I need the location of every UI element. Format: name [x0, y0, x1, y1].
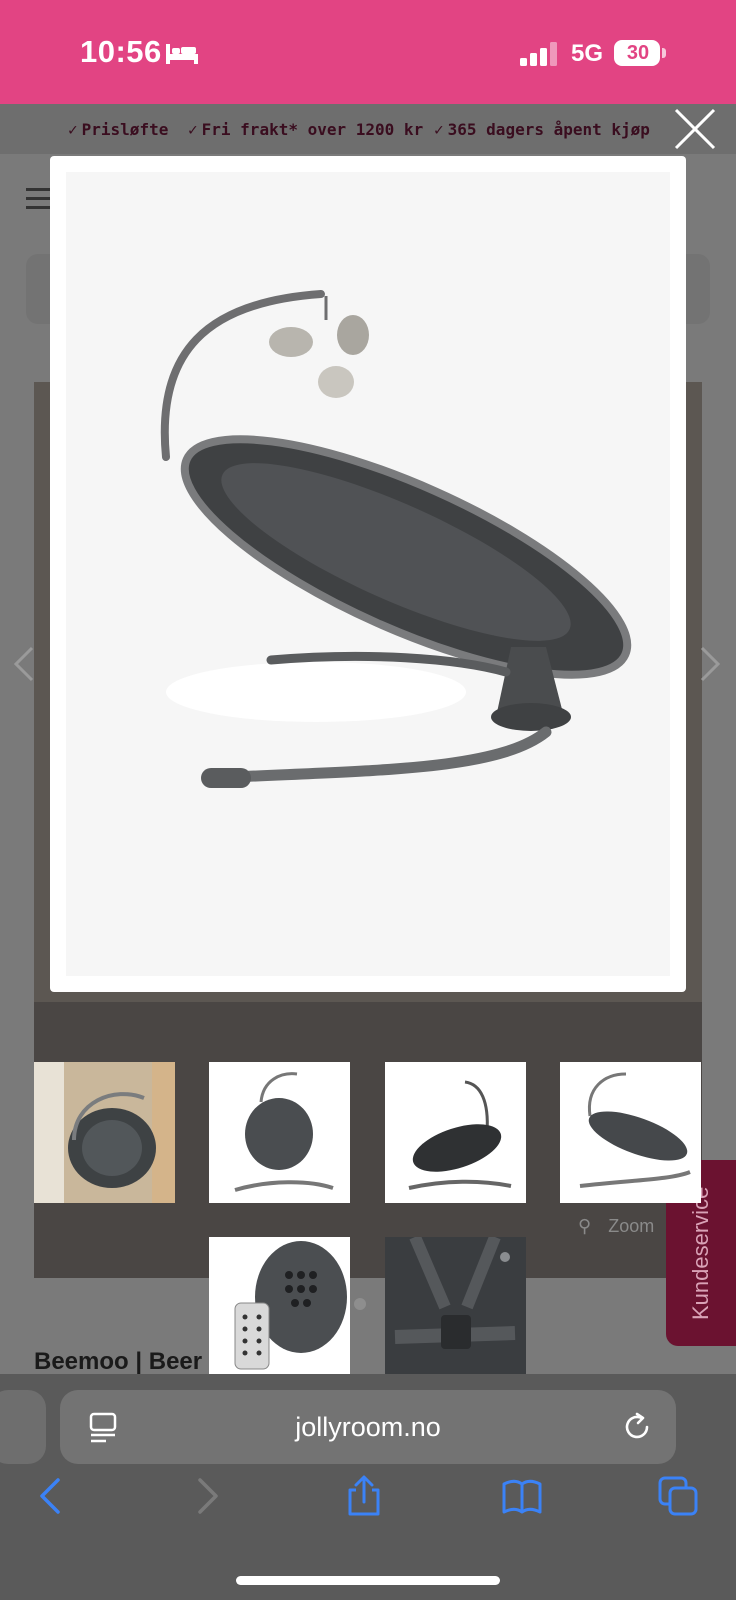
gallery-dot[interactable] [354, 1298, 366, 1310]
share-icon[interactable] [342, 1474, 386, 1518]
baby-bouncer-product-image [66, 172, 670, 976]
remote-control-thumb [209, 1237, 350, 1378]
close-icon[interactable] [670, 104, 720, 154]
zoom-control[interactable]: ⚲ Zoom [578, 1216, 654, 1237]
bouncer-angle-thumb [385, 1062, 526, 1203]
browser-toolbar: jollyroom.no [0, 1374, 736, 1600]
address-bar[interactable]: jollyroom.no [60, 1390, 676, 1464]
bouncer-lifestyle-thumb [34, 1062, 175, 1203]
usp-open-purchase: ✓ 365 dagers åpent kjøp [434, 120, 650, 139]
home-indicator [236, 1576, 500, 1585]
thumbnail-5[interactable] [209, 1237, 350, 1378]
usp-price-promise: ✓ Prisløfte [68, 120, 169, 139]
image-lightbox [50, 156, 686, 992]
thumbnail-4[interactable] [560, 1062, 701, 1203]
bouncer-front-thumb [209, 1062, 350, 1203]
reload-icon[interactable] [620, 1410, 654, 1444]
back-icon[interactable] [28, 1474, 72, 1518]
thumbnail-6[interactable] [385, 1237, 526, 1378]
network-type: 5G [571, 40, 604, 67]
previous-tab-preview[interactable] [0, 1390, 46, 1464]
status-bar: 10:56 5G 30 [0, 0, 736, 104]
sleep-focus-icon [166, 44, 198, 64]
thumbnail-1[interactable] [34, 1062, 175, 1203]
usp-free-shipping: ✓ Fri frakt* over 1200 kr [188, 120, 424, 139]
forward-icon[interactable] [186, 1474, 230, 1518]
battery-icon: 30 [614, 40, 666, 66]
url-text: jollyroom.no [295, 1412, 441, 1442]
thumbnail-2[interactable] [209, 1062, 350, 1203]
thumbnail-3[interactable] [385, 1062, 526, 1203]
bookmarks-icon[interactable] [500, 1474, 544, 1518]
status-time: 10:56 [80, 34, 162, 69]
product-title: Beemoo | Beer [34, 1348, 203, 1375]
usp-bar: ✓ Prisløfte ✓ Fri frakt* over 1200 kr ✓ 365… [0, 104, 736, 154]
cellular-signal-icon [520, 42, 557, 66]
zoom-icon: ⚲ [578, 1216, 592, 1236]
harness-closeup-thumb [385, 1237, 526, 1378]
gallery-prev-arrow-icon[interactable] [12, 644, 36, 684]
battery-level: 30 [626, 42, 650, 64]
bouncer-side-thumb [560, 1062, 701, 1203]
gallery-next-arrow-icon[interactable] [698, 644, 722, 684]
tabs-icon[interactable] [656, 1474, 700, 1518]
menu-icon[interactable] [26, 188, 52, 209]
